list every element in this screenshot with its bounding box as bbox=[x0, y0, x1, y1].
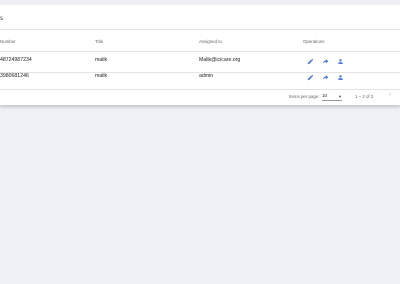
cell-number: 48724987234 bbox=[0, 57, 32, 63]
cell-title: malik bbox=[95, 73, 108, 79]
person-icon[interactable] bbox=[337, 74, 344, 81]
row-operations bbox=[307, 74, 344, 81]
card-title: s bbox=[0, 16, 3, 22]
edit-pencil-icon[interactable] bbox=[307, 74, 314, 81]
divider bbox=[0, 89, 400, 90]
divider bbox=[0, 51, 400, 52]
paginator-range-label: 1 – 2 of 2 bbox=[355, 94, 374, 99]
cell-number: 3980681246 bbox=[0, 73, 29, 79]
cell-assigned-to: Malik@icicare.org bbox=[199, 57, 241, 63]
previous-page-chevron-icon[interactable]: ‹ bbox=[389, 91, 391, 98]
edit-pencil-icon[interactable] bbox=[307, 58, 314, 65]
cell-assigned-to: admin bbox=[199, 73, 214, 79]
forward-arrow-icon[interactable] bbox=[322, 58, 329, 65]
person-icon[interactable] bbox=[337, 58, 344, 65]
column-header-title: Title bbox=[95, 39, 104, 44]
cell-title: malik bbox=[95, 57, 108, 63]
items-per-page-select[interactable]: 10 ▼ bbox=[322, 93, 342, 101]
tickets-card: s Number Title Assigned to Operations 48… bbox=[0, 5, 400, 105]
divider bbox=[0, 29, 400, 30]
dropdown-caret-icon: ▼ bbox=[338, 94, 342, 99]
forward-arrow-icon[interactable] bbox=[322, 74, 329, 81]
row-operations bbox=[307, 58, 344, 65]
items-per-page-label: Items per page: bbox=[289, 94, 320, 99]
items-per-page-value: 10 bbox=[322, 93, 328, 98]
column-header-number: Number bbox=[0, 39, 16, 44]
column-header-operations: Operations bbox=[303, 39, 325, 44]
column-header-assigned-to: Assigned to bbox=[199, 39, 222, 44]
